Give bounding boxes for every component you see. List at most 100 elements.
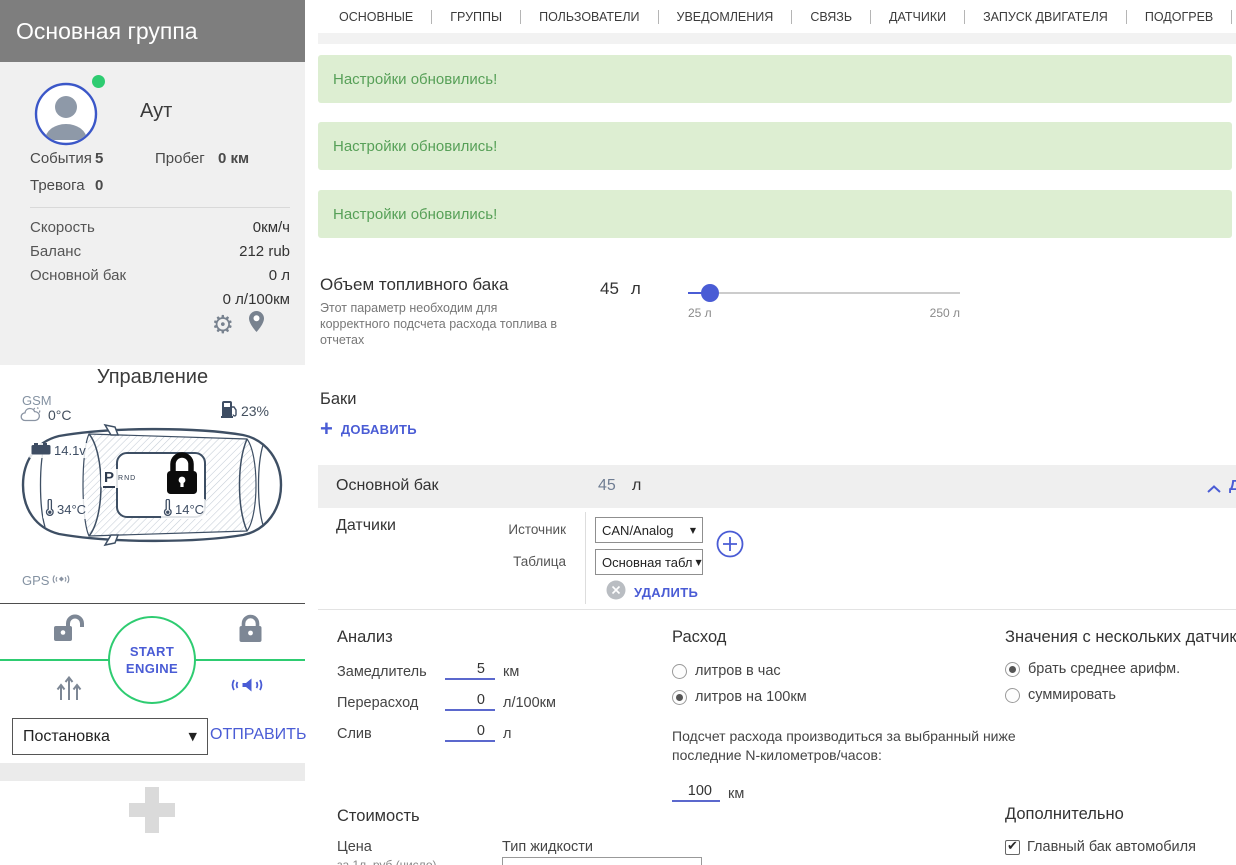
analysis-row: Слив 0 л bbox=[337, 723, 512, 742]
tabbar-divider bbox=[318, 33, 1236, 44]
engine-temperature: 34°C bbox=[43, 498, 89, 519]
tab-fuel[interactable]: ТОПЛИВО bbox=[1222, 10, 1236, 24]
radio-liters-per-100km[interactable]: литров на 100км bbox=[672, 689, 807, 705]
sensors-title: Датчики bbox=[336, 517, 396, 534]
metric-balance: Баланс 212 rub bbox=[30, 243, 290, 260]
tab-heating[interactable]: ПОДОГРЕВ bbox=[1117, 10, 1222, 24]
settings-updated-banner: Настройки обновились! bbox=[318, 55, 1232, 103]
slider-thumb[interactable] bbox=[700, 284, 719, 302]
fuel-level-indicator: 23% bbox=[220, 400, 269, 421]
add-vehicle-plus-icon[interactable] bbox=[129, 787, 175, 833]
metric-main-tank: Основной бак 0 л bbox=[30, 267, 290, 284]
start-engine-button[interactable]: START ENGINE bbox=[108, 616, 196, 704]
send-command-button[interactable]: ОТПРАВИТЬ bbox=[210, 726, 306, 744]
weather-cloud-icon bbox=[20, 405, 44, 425]
thermometer-icon bbox=[45, 498, 54, 519]
analysis-row: Перерасход 0 л/100км bbox=[337, 692, 556, 711]
user-name: Аут bbox=[140, 100, 173, 122]
unlock-button[interactable] bbox=[52, 614, 88, 649]
radio-liters-per-hour[interactable]: литров в час bbox=[672, 663, 781, 679]
fuel-volume-value[interactable]: 45 л bbox=[600, 279, 641, 299]
main-tank-checkbox-row[interactable]: Главный бак автомобиля bbox=[1005, 839, 1196, 855]
settings-updated-banner: Настройки обновились! bbox=[318, 122, 1232, 170]
tanks-section-title: Баки bbox=[320, 390, 357, 408]
control-section-title: Управление bbox=[96, 366, 209, 388]
tab-sensors[interactable]: ДАТЧИКИ bbox=[861, 10, 955, 24]
vehicle-locked-icon bbox=[161, 451, 203, 496]
settings-tabbar: ОСНОВНЫЕ ГРУППЫ ПОЛЬЗОВАТЕЛИ УВЕДОМЛЕНИЯ… bbox=[318, 0, 1236, 33]
gear-indicator: P RND bbox=[101, 469, 139, 488]
overconsumption-input[interactable]: 0 bbox=[445, 692, 495, 711]
extra-title: Дополнительно bbox=[1005, 805, 1124, 823]
avatar[interactable] bbox=[34, 82, 98, 146]
radio-average[interactable]: брать среднее арифм. bbox=[1005, 661, 1180, 677]
divider bbox=[0, 603, 305, 604]
tab-engine-start[interactable]: ЗАПУСК ДВИГАТЕЛЯ bbox=[955, 10, 1117, 24]
gps-status: GPS bbox=[22, 572, 71, 589]
events-value: 5 bbox=[95, 150, 104, 167]
mileage-value: 0 км bbox=[218, 150, 250, 167]
decelerator-input[interactable]: 5 bbox=[445, 661, 495, 680]
slider-min-label: 25 л bbox=[688, 306, 712, 320]
divider bbox=[30, 207, 290, 208]
plus-icon: + bbox=[320, 416, 333, 441]
n-kilometers-row: 100 км bbox=[672, 783, 744, 802]
source-select[interactable]: CAN/Analog ▼ bbox=[595, 517, 703, 543]
group-title: Основная группа bbox=[0, 0, 305, 62]
battery-icon bbox=[31, 443, 51, 458]
sensors-panel: Датчики Источник Таблица CAN/Analog ▼ Ос… bbox=[318, 508, 1236, 610]
mileage-label: Пробег bbox=[155, 150, 205, 167]
consumption-note: Подсчет расхода производиться за выбранн… bbox=[672, 728, 1016, 763]
tank-row[interactable]: Основной бак 45 л Д bbox=[318, 465, 1236, 508]
exhaust-arrows-icon[interactable] bbox=[55, 672, 83, 707]
add-sensor-button[interactable] bbox=[716, 530, 744, 563]
command-select[interactable]: Постановка ▼ bbox=[12, 718, 208, 755]
online-status-dot bbox=[92, 75, 105, 88]
metric-consumption: 0 л/100км bbox=[222, 291, 290, 308]
analysis-row: Замедлитель 5 км bbox=[337, 661, 520, 680]
cabin-temperature: 14°C bbox=[161, 498, 207, 519]
settings-gear-icon[interactable]: ⚙ bbox=[212, 312, 234, 337]
events-label: События bbox=[30, 150, 92, 167]
checkbox-icon bbox=[1005, 839, 1020, 855]
siren-sound-button[interactable] bbox=[230, 672, 264, 703]
car-top-view: 14.1v P RND 34°C 14°C bbox=[15, 423, 289, 547]
drain-input[interactable]: 0 bbox=[445, 723, 495, 742]
collapse-chevron-up-icon[interactable] bbox=[1206, 481, 1222, 499]
tab-users[interactable]: ПОЛЬЗОВАТЕЛИ bbox=[511, 10, 648, 24]
delete-sensor-button[interactable]: УДАЛИТЬ bbox=[606, 580, 698, 605]
table-label: Таблица bbox=[513, 554, 566, 569]
n-kilometers-input[interactable]: 100 bbox=[672, 783, 720, 802]
divider-band bbox=[0, 763, 305, 781]
location-pin-icon[interactable] bbox=[248, 310, 265, 338]
fuel-volume-slider[interactable]: 25 л 250 л bbox=[688, 282, 960, 320]
tank-volume-value[interactable]: 45 bbox=[598, 477, 616, 495]
table-select[interactable]: Основная табл ▼ bbox=[595, 549, 703, 575]
price-label: Цена bbox=[337, 839, 372, 855]
tank-name: Основной бак bbox=[336, 477, 439, 494]
clipped-action-label[interactable]: Д bbox=[1229, 477, 1236, 494]
tab-notifications[interactable]: УВЕДОМЛЕНИЯ bbox=[649, 10, 783, 24]
settings-updated-banner: Настройки обновились! bbox=[318, 190, 1232, 238]
x-circle-icon bbox=[606, 580, 626, 605]
tab-groups[interactable]: ГРУППЫ bbox=[422, 10, 511, 24]
settings-main: ОСНОВНЫЕ ГРУППЫ ПОЛЬЗОВАТЕЛИ УВЕДОМЛЕНИЯ… bbox=[318, 0, 1236, 865]
fuel-volume-description: Этот параметр необходим для корректного … bbox=[320, 301, 558, 347]
thermometer-icon bbox=[163, 498, 172, 519]
add-tank-button[interactable]: + ДОБАВИТЬ bbox=[320, 416, 417, 441]
tab-connection[interactable]: СВЯЗЬ bbox=[782, 10, 861, 24]
outside-temperature: 0°C bbox=[20, 405, 72, 425]
battery-voltage: 14.1v bbox=[29, 443, 88, 458]
select-caret-icon: ▼ bbox=[695, 557, 702, 567]
radio-sum[interactable]: суммировать bbox=[1005, 687, 1116, 703]
cost-title: Стоимость bbox=[337, 807, 420, 825]
metrics-list: Скорость 0км/ч Баланс 212 rub Основной б… bbox=[30, 216, 290, 312]
tab-main[interactable]: ОСНОВНЫЕ bbox=[330, 10, 422, 24]
slider-track[interactable] bbox=[688, 292, 960, 294]
radio-icon bbox=[672, 689, 687, 705]
car-illustration bbox=[21, 423, 283, 547]
fluid-type-label: Тип жидкости bbox=[502, 839, 594, 855]
radio-icon bbox=[672, 663, 687, 679]
lock-button[interactable] bbox=[237, 614, 264, 649]
fluid-type-select[interactable] bbox=[502, 857, 702, 865]
